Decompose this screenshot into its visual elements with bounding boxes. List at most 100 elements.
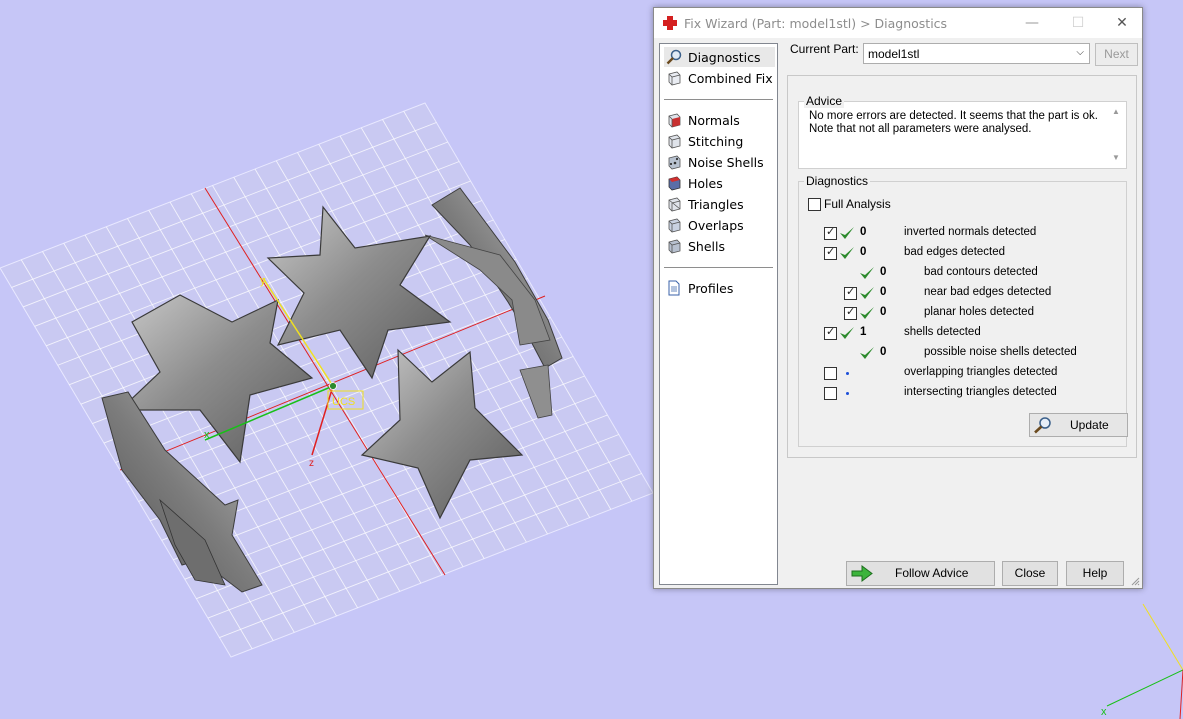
ok-check-icon <box>860 347 874 359</box>
follow-advice-label: Follow Advice <box>895 566 969 580</box>
nav-item-shells[interactable]: Shells <box>664 236 775 256</box>
diag-label: bad contours detected <box>924 266 1038 278</box>
window-title: Fix Wizard (Part: model1stl) > Diagnosti… <box>684 16 948 31</box>
diag-label: near bad edges detected <box>924 286 1052 298</box>
nav-item-diagnostics[interactable]: Diagnostics <box>664 47 775 67</box>
diag-label: bad edges detected <box>904 246 1006 258</box>
minimize-button[interactable]: — <box>1009 8 1055 38</box>
diag-row-checkbox[interactable]: ✓ <box>844 305 857 320</box>
check-mark-icon: ✓ <box>826 245 836 258</box>
diag-label: overlapping triangles detected <box>904 366 1058 378</box>
nav-label: Holes <box>688 176 723 191</box>
nav-item-normals[interactable]: Normals <box>664 110 775 130</box>
magnifier-icon <box>666 49 682 65</box>
build-plate <box>0 102 654 658</box>
diag-row-checkbox[interactable]: ✓ <box>824 325 837 340</box>
nav-item-overlaps[interactable]: Overlaps <box>664 215 775 235</box>
nav-label: Profiles <box>688 281 734 296</box>
diag-count: 0 <box>880 306 887 318</box>
diagnostics-panel: Advice No more errors are detected. It s… <box>787 75 1137 458</box>
current-part-label: Current Part: <box>790 42 859 56</box>
scroll-down-icon[interactable]: ▼ <box>1112 153 1120 162</box>
update-button[interactable]: Update <box>1029 413 1128 437</box>
ucs-label: UCS <box>332 396 355 408</box>
ok-check-icon <box>860 287 874 299</box>
check-mark-icon: ✓ <box>826 325 836 338</box>
full-analysis-checkbox[interactable] <box>808 198 821 211</box>
nav-label: Diagnostics <box>688 50 761 65</box>
advice-group: Advice No more errors are detected. It s… <box>798 94 1127 169</box>
update-label: Update <box>1070 418 1109 432</box>
check-mark-icon: ✓ <box>826 225 836 238</box>
ok-check-icon <box>840 247 854 259</box>
nav-label: Stitching <box>688 134 744 149</box>
nav-item-combined-fix[interactable]: Combined Fix <box>664 68 775 88</box>
chevron-down-icon: ⌵ <box>1076 47 1084 58</box>
check-mark-icon: ✓ <box>846 285 856 298</box>
diag-label: inverted normals detected <box>904 226 1037 238</box>
nav-item-profiles[interactable]: Profiles <box>664 278 775 298</box>
mini-axis-x-label: x <box>1101 706 1107 718</box>
cube-icon <box>668 218 681 233</box>
nav-item-holes[interactable]: Holes <box>664 173 775 193</box>
nav-label: Triangles <box>688 197 744 212</box>
axis-z-label: z <box>309 458 314 469</box>
green-arrow-icon <box>851 565 873 582</box>
advice-line: No more errors are detected. It seems th… <box>809 110 1098 122</box>
diagnostics-title: Diagnostics <box>804 174 871 188</box>
diag-count: 0 <box>880 346 887 358</box>
ok-check-icon <box>860 267 874 279</box>
advice-scrollbar[interactable]: ▲ ▼ <box>1110 104 1124 166</box>
close-window-button[interactable]: ✕ <box>1099 8 1145 38</box>
diag-label: intersecting triangles detected <box>904 386 1057 398</box>
current-part-select[interactable]: model1stl ⌵ <box>863 43 1090 64</box>
nav-label: Combined Fix <box>688 71 773 86</box>
cube-triangle-icon <box>668 197 681 212</box>
unknown-status-icon <box>846 392 849 395</box>
mini-axis-gizmo: x <box>1101 603 1183 719</box>
nav-label: Overlaps <box>688 218 744 233</box>
advice-title: Advice <box>804 94 845 108</box>
nav-item-stitching[interactable]: Stitching <box>664 131 775 151</box>
diag-label: planar holes detected <box>924 306 1034 318</box>
title-bar[interactable]: Fix Wizard (Part: model1stl) > Diagnosti… <box>654 8 1142 38</box>
full-analysis-label: Full Analysis <box>824 197 891 211</box>
diag-row-checkbox[interactable] <box>824 387 837 400</box>
fix-navigator: Diagnostics Combined Fix Normals Stitchi… <box>659 43 778 585</box>
nav-label: Normals <box>688 113 740 128</box>
scroll-up-icon[interactable]: ▲ <box>1112 107 1120 116</box>
resize-grip-icon[interactable] <box>1130 576 1140 586</box>
follow-advice-button[interactable]: Follow Advice <box>846 561 995 586</box>
advice-text: No more errors are detected. It seems th… <box>809 110 1109 136</box>
document-icon <box>668 280 680 296</box>
diag-row-checkbox[interactable] <box>824 367 837 380</box>
fix-wizard-dialog: Fix Wizard (Part: model1stl) > Diagnosti… <box>653 7 1143 589</box>
nav-item-noise-shells[interactable]: Noise Shells <box>664 152 775 172</box>
maximize-button[interactable]: ☐ <box>1055 8 1101 38</box>
cube-red-top-icon <box>668 176 681 191</box>
unknown-status-icon <box>846 372 849 375</box>
ok-check-icon <box>840 327 854 339</box>
axis-y-label: y <box>260 275 266 287</box>
diagnostics-group: Diagnostics Full Analysis ✓ 0 inverted nor… <box>798 174 1128 447</box>
diag-count: 0 <box>860 246 867 258</box>
diag-row-checkbox[interactable]: ✓ <box>824 225 837 240</box>
help-button[interactable]: Help <box>1066 561 1124 586</box>
cube-icon <box>668 134 681 149</box>
close-button[interactable]: Close <box>1002 561 1058 586</box>
diag-row-checkbox[interactable]: ✓ <box>824 245 837 260</box>
nav-separator <box>664 99 773 100</box>
diag-label: possible noise shells detected <box>924 346 1077 358</box>
advice-line: Note that not all parameters were analys… <box>809 123 1032 135</box>
nav-label: Shells <box>688 239 726 254</box>
check-mark-icon: ✓ <box>846 305 856 318</box>
current-part-value: model1stl <box>868 47 920 61</box>
nav-item-triangles[interactable]: Triangles <box>664 194 775 214</box>
diag-count: 0 <box>860 226 867 238</box>
cube-icon <box>668 239 681 254</box>
cube-red-face-icon <box>668 113 681 128</box>
axis-x-label: x <box>204 429 210 441</box>
diag-row-checkbox[interactable]: ✓ <box>844 285 857 300</box>
diag-label: shells detected <box>904 326 981 338</box>
next-button[interactable]: Next <box>1095 43 1138 66</box>
